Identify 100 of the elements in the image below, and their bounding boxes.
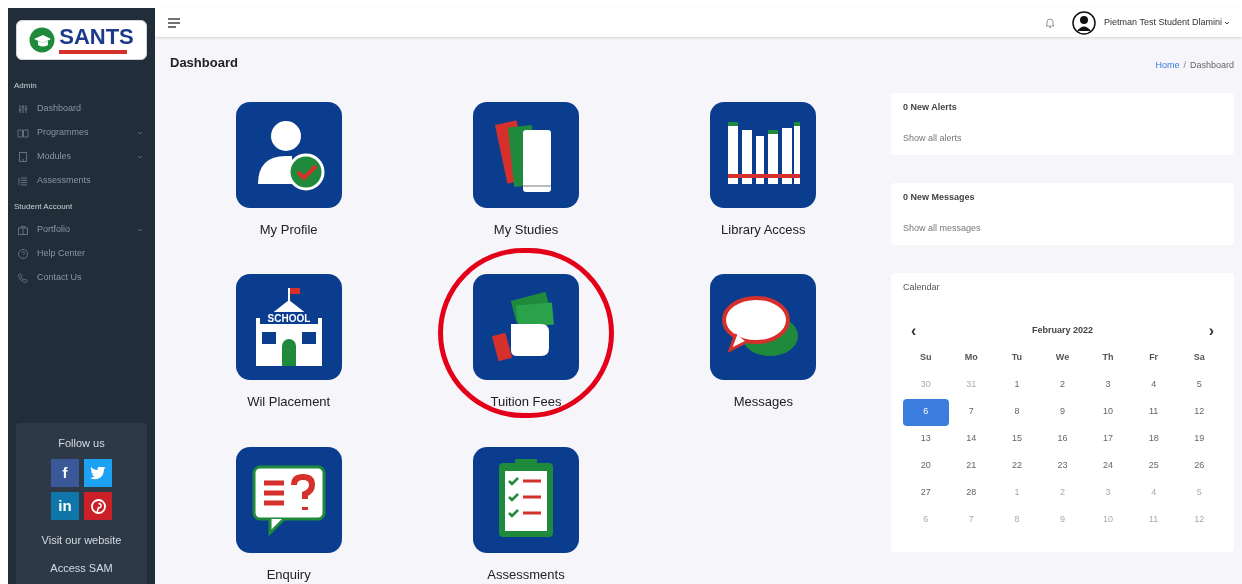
tile-label: Messages <box>733 393 793 411</box>
sidebar-link[interactable]: Visit our website <box>41 528 122 552</box>
twitter-button[interactable] <box>84 459 112 487</box>
card-title: 0 New Alerts <box>902 101 958 114</box>
calendar-day[interactable]: 6 <box>903 398 949 426</box>
calendar-day[interactable]: 17 <box>1085 425 1131 453</box>
dashboard-tile[interactable]: Enquiry <box>170 446 408 584</box>
calendar-day[interactable]: 7 <box>948 398 995 426</box>
calendar-day[interactable]: 19 <box>1176 425 1222 453</box>
tile-label: My Studies <box>493 220 559 239</box>
calendar-day[interactable]: 25 <box>1130 452 1177 480</box>
dashboard-tile[interactable]: Messages <box>644 274 882 412</box>
dashboard-tile[interactable]: My Profile <box>170 101 408 239</box>
person-check-icon <box>235 101 342 208</box>
page-title: Dashboard <box>170 54 239 72</box>
question-bubble-icon <box>235 446 342 553</box>
dashboard-tile[interactable]: My Studies <box>407 101 645 239</box>
section-title: Student Account <box>13 201 74 213</box>
calendar-day[interactable]: 27 <box>903 479 949 507</box>
tile-label: Library Access <box>721 220 806 239</box>
tile-label: Assessments <box>487 565 565 584</box>
sidebar-item[interactable]: Contact Us <box>8 266 155 290</box>
calendar-day[interactable]: 15 <box>994 425 1040 453</box>
tile-label: Tuition Fees <box>490 393 562 411</box>
calendar-day[interactable]: 16 <box>1039 425 1086 453</box>
follow-title: Follow us <box>58 435 105 451</box>
calendar-day[interactable]: 14 <box>948 425 995 453</box>
month-label: February 2022 <box>1031 323 1093 337</box>
calendar-day[interactable]: 8 <box>994 398 1040 426</box>
calendar-day[interactable]: 26 <box>1176 452 1222 480</box>
calendar-day[interactable]: 4 <box>1130 371 1177 399</box>
calendar-day[interactable]: 18 <box>1130 425 1177 453</box>
calendar-day[interactable]: 12 <box>1176 398 1222 426</box>
dashboard-tile[interactable]: Assessments <box>407 446 645 584</box>
calendar-day[interactable]: 1 <box>994 371 1040 399</box>
breadcrumb-current: Dashboard <box>1189 59 1234 71</box>
weekday-label: Tu <box>1011 351 1023 365</box>
bird-icon <box>90 466 106 480</box>
mortarboard-icon <box>29 27 56 53</box>
school-sign-text: SCHOOL <box>267 313 311 324</box>
breadcrumb-separator: / <box>1183 59 1186 71</box>
logo-stripe <box>59 50 128 54</box>
section-title: Admin <box>13 80 38 92</box>
books-icon <box>473 101 579 208</box>
previous-month-button[interactable]: ‹ <box>911 322 917 339</box>
dashboard-tile[interactable]: SCHOOL Wil Placement <box>170 274 408 412</box>
weekday-label: Su <box>920 351 932 365</box>
weekday-label: Mo <box>964 351 978 365</box>
avatar-icon[interactable] <box>1072 10 1097 35</box>
tile-label: Enquiry <box>266 565 311 584</box>
user-menu[interactable]: Pietman Test Student Dlamini <box>1104 15 1230 30</box>
dashboard-tile[interactable]: Tuition Fees <box>407 274 645 412</box>
calendar-day[interactable]: 9 <box>1039 398 1086 426</box>
sidebar-item[interactable]: Programmes <box>8 121 155 145</box>
sidebar-item[interactable]: Dashboard <box>8 97 155 121</box>
weekday-label: Fr <box>1149 351 1159 365</box>
sidebar-item[interactable]: Help Center <box>8 242 155 266</box>
briefcase-icon <box>17 224 29 236</box>
next-month-button[interactable]: › <box>1208 322 1214 339</box>
sliders-icon <box>17 103 29 115</box>
calendar-day[interactable]: 2 <box>1039 371 1086 399</box>
weekday-label: Th <box>1102 351 1114 365</box>
calendar-day[interactable]: 22 <box>994 452 1040 480</box>
linkedin-button[interactable]: in <box>51 492 79 520</box>
calendar-day[interactable]: 21 <box>948 452 995 480</box>
card-link[interactable]: Show all messages <box>891 214 1234 245</box>
book-icon <box>17 127 29 139</box>
weekday-label: We <box>1055 351 1070 365</box>
calendar-day[interactable]: 23 <box>1039 452 1086 480</box>
card-title: 0 New Messages <box>902 191 976 204</box>
breadcrumb-link[interactable]: Home <box>1155 59 1180 71</box>
sidebar-item[interactable]: Assessments <box>8 169 155 193</box>
hand-money-icon <box>473 274 579 380</box>
tile-label: Wil Placement <box>247 393 331 411</box>
list-icon <box>17 175 29 187</box>
card-link[interactable]: Show all alerts <box>891 124 1234 155</box>
sidebar-item[interactable]: Modules <box>8 145 155 169</box>
pin-icon <box>90 498 106 514</box>
calendar-day[interactable]: 13 <box>903 425 949 453</box>
pinterest-button[interactable] <box>84 492 112 520</box>
sidebar-item[interactable]: Portfolio <box>8 218 155 242</box>
card-title: Calendar <box>903 281 941 294</box>
dashboard-tile[interactable]: Library Access <box>644 101 882 239</box>
speech-bubbles-icon <box>710 274 817 380</box>
bell-icon[interactable] <box>1044 16 1057 29</box>
calendar-day[interactable]: 24 <box>1085 452 1131 480</box>
calendar-day[interactable]: 11 <box>1130 398 1177 426</box>
calendar-day[interactable]: 3 <box>1085 371 1131 399</box>
calendar-day[interactable]: 5 <box>1176 371 1222 399</box>
logo-text: SANTS <box>59 26 134 48</box>
calendar-day[interactable]: 28 <box>948 479 995 507</box>
menu-icon[interactable] <box>167 16 181 29</box>
clipboard-checklist-icon <box>473 446 579 553</box>
calendar-day[interactable]: 20 <box>903 452 949 480</box>
facebook-button[interactable]: f <box>51 459 79 487</box>
chevron-down-icon <box>1224 19 1230 26</box>
sidebar-link[interactable]: Access SAM <box>50 556 113 580</box>
weekday-label: Sa <box>1193 351 1205 365</box>
tile-label: My Profile <box>259 220 318 239</box>
calendar-day[interactable]: 10 <box>1085 398 1131 426</box>
